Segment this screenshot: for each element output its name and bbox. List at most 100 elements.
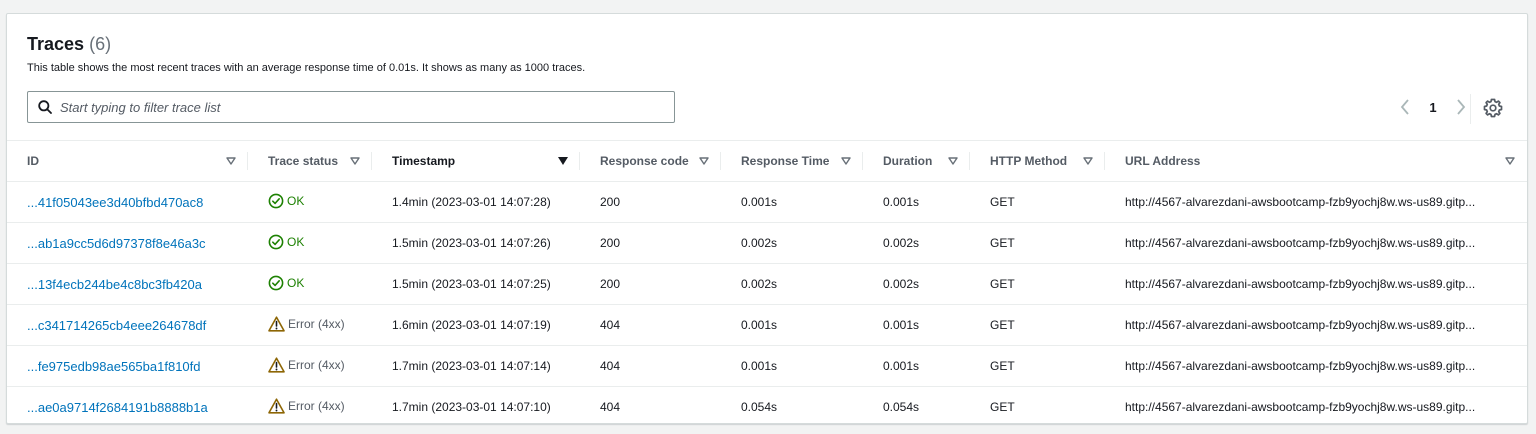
warning-triangle-icon [268,315,285,332]
settings-gear-icon[interactable] [1483,98,1503,118]
status-indicator: Error (4xx) [268,398,345,414]
table-row: ...ae0a9714f2684191b8888b1a Error (4xx) … [7,387,1527,428]
response-time-cell: 0.001s [721,345,863,387]
url-address-cell: http://4567-alvarezdani-awsbootcamp-fzb9… [1105,222,1527,264]
trace-status-cell: Error (4xx) [248,345,372,387]
url-address-cell: http://4567-alvarezdani-awsbootcamp-fzb9… [1105,181,1527,223]
column-label: HTTP Method [990,154,1068,168]
column-label: Duration [883,154,933,168]
column-label: URL Address [1125,154,1201,168]
column-header-id[interactable]: ID [7,140,248,182]
sort-caret-icon [226,157,236,165]
url-address-cell: http://4567-alvarezdani-awsbootcamp-fzb9… [1105,304,1527,346]
trace-id-cell: ...ae0a9714f2684191b8888b1a [7,387,248,428]
column-header-response-time[interactable]: Response Time [721,140,863,182]
trace-id-cell: ...41f05043ee3d40bfbd470ac8 [7,181,248,223]
sort-caret-icon [841,157,851,165]
column-label: Response code [600,154,689,168]
http-method-cell: GET [970,345,1105,387]
response-code-cell: 404 [580,304,721,346]
duration-cell: 0.001s [863,304,970,346]
trace-status-cell: Error (4xx) [248,304,372,346]
sort-caret-icon [1505,157,1515,165]
duration-cell: 0.001s [863,181,970,223]
response-time-cell: 0.002s [721,222,863,264]
status-text: OK [287,275,305,290]
timestamp-cell: 1.4min (2023-03-01 14:07:28) [372,181,580,223]
traces-table: ID Trace status Timestamp Response code … [7,140,1527,428]
title-text: Traces [27,34,85,54]
check-circle-icon [268,275,284,290]
column-label: Timestamp [392,154,456,168]
trace-id-link[interactable]: ...ae0a9714f2684191b8888b1a [27,400,208,415]
column-header-trace-status[interactable]: Trace status [248,140,372,182]
trace-id-cell: ...ab1a9cc5d6d97378f8e46a3c [7,222,248,264]
sort-caret-icon [699,157,709,165]
column-header-response-code[interactable]: Response code [580,140,721,182]
status-indicator: OK [268,234,304,250]
trace-id-link[interactable]: ...c341714265cb4eee264678df [27,318,206,333]
page-number-button[interactable]: 1 [1423,100,1443,115]
column-header-duration[interactable]: Duration [863,140,970,182]
traces-panel: Traces (6) This table shows the most rec… [6,13,1528,424]
previous-page-button[interactable] [1395,97,1415,117]
trace-id-link[interactable]: ...ab1a9cc5d6d97378f8e46a3c [27,236,206,251]
response-time-cell: 0.001s [721,181,863,223]
table-row: ...13f4ecb244be4c8bc3fb420a OK 1.5min (2… [7,263,1527,305]
table-header-row: ID Trace status Timestamp Response code … [7,140,1527,182]
url-address-cell: http://4567-alvarezdani-awsbootcamp-fzb9… [1105,263,1527,305]
status-text: OK [287,193,305,208]
check-circle-icon [268,193,284,208]
timestamp-cell: 1.7min (2023-03-01 14:07:14) [372,345,580,387]
column-header-url-address[interactable]: URL Address [1105,140,1527,182]
trace-id-cell: ...c341714265cb4eee264678df [7,304,248,346]
sort-caret-icon [350,157,360,165]
duration-cell: 0.002s [863,263,970,305]
table-description: This table shows the most recent traces … [27,62,586,74]
trace-status-cell: OK [248,263,372,305]
trace-status-cell: OK [248,181,372,223]
column-label: Trace status [268,154,339,168]
response-code-cell: 200 [580,263,721,305]
next-page-button[interactable] [1451,97,1471,117]
sort-caret-icon [948,157,958,165]
status-indicator: OK [268,275,304,291]
http-method-cell: GET [990,400,1015,415]
check-circle-icon [268,234,284,249]
trace-id-link[interactable]: ...13f4ecb244be4c8bc3fb420a [27,277,202,292]
trace-count: (6) [89,34,112,54]
chevron-left-icon [1400,99,1409,115]
pagination: 1 [1395,97,1471,117]
http-method-cell: GET [970,222,1105,264]
panel-header: Traces (6) This table shows the most rec… [27,32,1507,142]
table-body: ...41f05043ee3d40bfbd470ac8 OK 1.4min (2… [7,181,1527,428]
http-method-cell: GET [970,304,1105,346]
http-method-cell: GET [970,263,1105,305]
trace-id-link[interactable]: ...41f05043ee3d40bfbd470ac8 [27,195,203,210]
sort-caret-icon [1083,157,1093,165]
trace-id-link[interactable]: ...fe975edb98ae565ba1f810fd [27,359,201,374]
table-row: ...ab1a9cc5d6d97378f8e46a3c OK 1.5min (2… [7,222,1527,264]
status-indicator: Error (4xx) [268,356,345,373]
response-code-cell: 404 [600,400,621,415]
filter-search-box[interactable] [27,91,675,123]
status-text: Error (4xx) [288,357,345,372]
url-address-cell: http://4567-alvarezdani-awsbootcamp-fzb9… [1105,345,1527,387]
response-code-cell: 200 [580,181,721,223]
trace-id-cell: ...fe975edb98ae565ba1f810fd [7,345,248,387]
response-time-cell: 0.054s [741,400,778,415]
sort-descending-icon [558,157,568,165]
status-text: Error (4xx) [288,316,345,331]
duration-cell: 0.001s [863,345,970,387]
search-icon [38,100,52,114]
warning-triangle-icon [268,356,285,373]
column-header-http-method[interactable]: HTTP Method [970,140,1105,182]
timestamp-cell: 1.6min (2023-03-01 14:07:19) [372,304,580,346]
filter-input[interactable] [60,92,660,122]
column-header-timestamp[interactable]: Timestamp [372,140,580,182]
timestamp-cell: 1.5min (2023-03-01 14:07:26) [372,222,580,264]
status-indicator: OK [268,193,304,209]
table-row: ...c341714265cb4eee264678df Error (4xx) … [7,304,1527,346]
status-indicator: Error (4xx) [268,315,345,332]
response-time-cell: 0.001s [721,304,863,346]
